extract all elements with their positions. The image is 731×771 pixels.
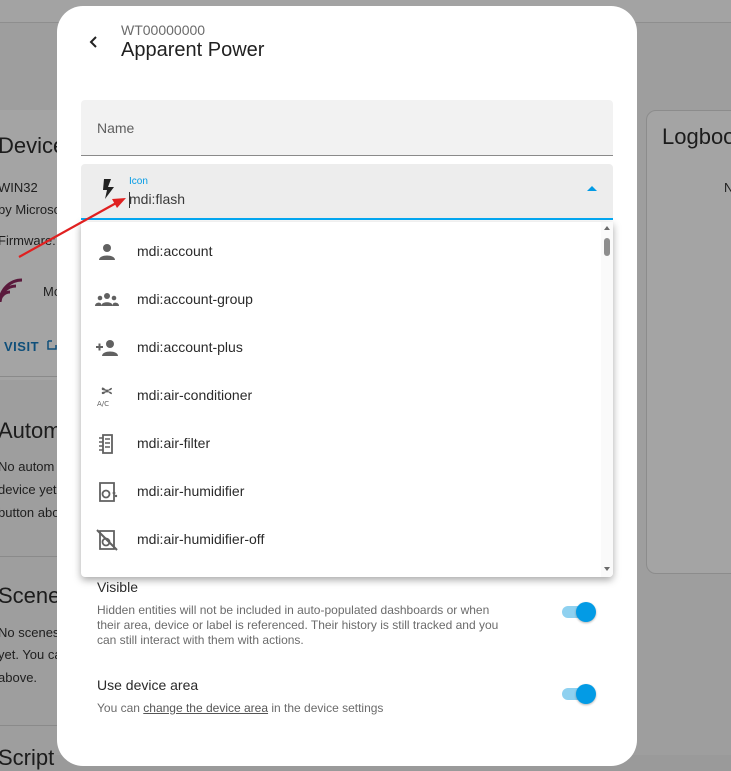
name-field[interactable]: Name — [81, 100, 613, 156]
change-device-area-link[interactable]: change the device area — [143, 701, 268, 715]
device-maker: by Microso — [0, 202, 61, 217]
scenes-line-1: No scenes — [0, 625, 60, 640]
list-item[interactable]: mdi:air-humidifier-off — [81, 516, 601, 564]
icon-field-input[interactable]: mdi:flash — [129, 191, 185, 207]
account-plus-icon — [96, 340, 118, 356]
list-item-label: mdi:account — [137, 243, 213, 259]
list-item[interactable]: mdi:account-plus — [81, 324, 601, 372]
flash-icon — [103, 179, 114, 199]
scroll-down-icon[interactable] — [604, 567, 610, 571]
scripts-heading: Script — [0, 745, 55, 770]
scroll-thumb[interactable] — [604, 238, 610, 256]
scenes-line-3: above. — [0, 670, 38, 685]
list-item-label: mdi:air-humidifier-off — [137, 531, 265, 547]
visible-desc-line-3: can still interact with them with action… — [97, 633, 304, 647]
divider — [0, 556, 58, 557]
list-item[interactable]: mdi:air-humidifier — [81, 468, 601, 516]
divider — [0, 725, 58, 726]
scroll-up-icon[interactable] — [604, 226, 610, 230]
icon-dropdown-list[interactable]: mdi:account mdi:account-group mdi:accoun… — [81, 222, 613, 577]
list-item[interactable]: mdi:air-filter — [81, 420, 601, 468]
integration-logo-icon — [0, 278, 23, 303]
automations-line-1: No autom — [0, 459, 55, 474]
logbook-snippet: N — [724, 180, 731, 195]
svg-text:A/C: A/C — [97, 400, 109, 408]
dropdown-scrollbar[interactable] — [601, 222, 613, 577]
account-group-icon — [95, 293, 119, 306]
dialog-title: Apparent Power — [121, 39, 265, 61]
list-item-label: mdi:account-plus — [137, 339, 243, 355]
device-area-toggle[interactable] — [560, 684, 596, 704]
air-filter-icon — [99, 434, 113, 454]
device-firmware: Firmware: — [0, 233, 56, 248]
dialog-subtitle: WT00000000 — [121, 22, 206, 38]
device-area-description: You can change the device area in the de… — [97, 701, 383, 716]
logbook-card — [646, 110, 731, 574]
air-humidifier-off-icon — [96, 529, 118, 551]
air-conditioner-icon: A/C — [97, 387, 112, 408]
chevron-left-icon — [89, 36, 97, 48]
divider — [0, 376, 58, 377]
list-item-label: mdi:air-conditioner — [137, 387, 253, 403]
device-area-desc-prefix: You can — [97, 701, 144, 715]
automations-heading: Autom — [0, 418, 62, 443]
list-item-label: mdi:air-humidifier — [137, 483, 245, 499]
visible-toggle[interactable] — [560, 602, 596, 622]
scenes-heading: Scene — [0, 583, 61, 608]
visit-link[interactable]: VISIT — [4, 339, 39, 354]
visible-description: Hidden entities will not be included in … — [97, 603, 547, 648]
icon-picker-field[interactable]: Icon mdi:flash — [81, 164, 613, 220]
dropdown-arrow-icon[interactable] — [587, 186, 597, 191]
toggle-knob — [576, 684, 596, 704]
list-item[interactable]: mdi:account — [81, 228, 601, 276]
visible-title: Visible — [97, 579, 138, 595]
device-area-title: Use device area — [97, 677, 199, 693]
device-os: WIN32 — [0, 180, 38, 195]
back-button[interactable] — [80, 28, 108, 56]
visible-desc-line-1: Hidden entities will not be included in … — [97, 603, 490, 617]
account-icon — [99, 244, 115, 260]
device-heading: Device — [0, 133, 66, 158]
icon-field-label: Icon — [129, 176, 148, 187]
list-item[interactable]: A/C mdi:air-conditioner — [81, 372, 601, 420]
device-area-desc-suffix: in the device settings — [268, 701, 384, 715]
name-field-label: Name — [97, 120, 135, 136]
automations-line-3: button abo — [0, 505, 60, 520]
list-item-label: mdi:account-group — [137, 291, 253, 307]
list-item[interactable]: mdi:account-group — [81, 276, 601, 324]
air-humidifier-icon — [99, 482, 118, 502]
toggle-knob — [576, 602, 596, 622]
scenes-line-2: yet. You ca — [0, 647, 62, 662]
list-item-label: mdi:air-filter — [137, 435, 211, 451]
automations-line-2: device yet — [0, 482, 57, 497]
visible-desc-line-2: their area, device or label is reference… — [97, 618, 499, 632]
logbook-heading: Logboo — [662, 124, 731, 149]
